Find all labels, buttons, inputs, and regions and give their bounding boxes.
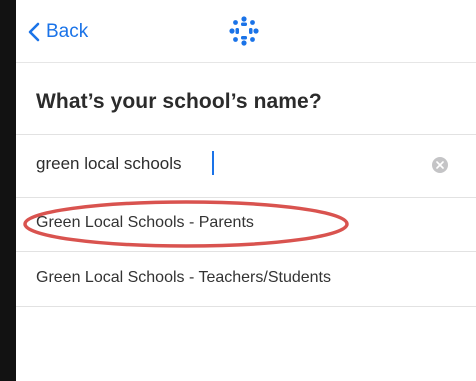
search-row (16, 134, 476, 198)
back-label: Back (46, 21, 89, 42)
page-title: What’s your school’s name? (36, 90, 322, 113)
list-item[interactable]: Green Local Schools - Parents (16, 197, 476, 252)
result-label: Green Local Schools - Teachers/Students (36, 269, 331, 286)
list-item[interactable]: Green Local Schools - Teachers/Students (16, 252, 476, 307)
app-screen: Back What’s your school’s name? green lo… (16, 0, 476, 381)
canvas-logo-icon (229, 16, 259, 51)
school-search-input[interactable] (36, 149, 416, 179)
chevron-left-icon (28, 22, 40, 42)
clear-x-icon[interactable] (432, 157, 448, 173)
nav-bar: Back (16, 0, 476, 63)
back-button[interactable]: Back (28, 19, 88, 45)
result-label: Green Local Schools - Parents (36, 214, 254, 231)
left-dark-bar (0, 0, 16, 381)
text-caret (212, 151, 214, 175)
